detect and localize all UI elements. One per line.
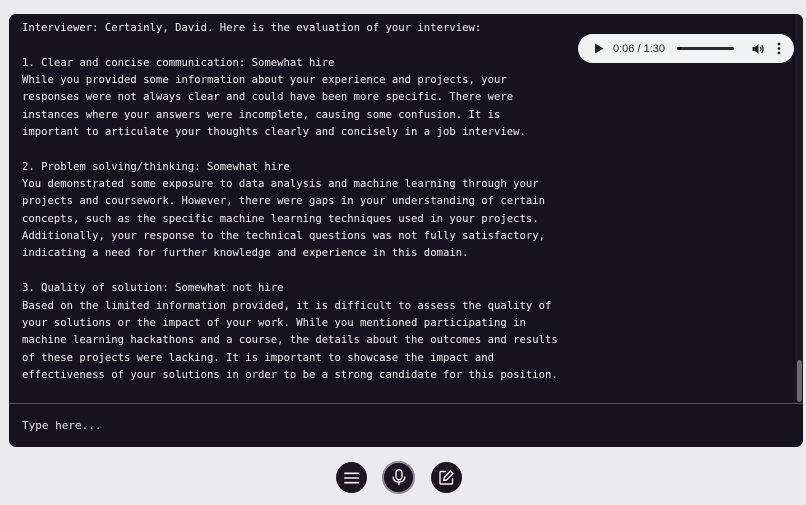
progress-fill (677, 47, 681, 50)
divider (9, 403, 803, 404)
play-icon (595, 43, 604, 54)
transcript-text: Interviewer: Certainly, David. Here is t… (22, 22, 558, 381)
chat-panel: Interviewer: Certainly, David. Here is t… (9, 14, 803, 447)
microphone-icon (392, 469, 405, 486)
scrollbar[interactable] (795, 14, 803, 403)
volume-button[interactable] (751, 42, 765, 56)
more-options-button[interactable] (775, 42, 783, 56)
transcript-area[interactable]: Interviewer: Certainly, David. Here is t… (9, 14, 795, 403)
play-button[interactable] (592, 42, 606, 56)
edit-icon (439, 470, 454, 485)
scrollbar-thumb[interactable] (797, 360, 802, 402)
more-vertical-icon (777, 42, 781, 55)
time-display: 0:06 / 1:30 (613, 42, 665, 55)
audio-player[interactable]: 0:06 / 1:30 (578, 34, 794, 63)
message-input[interactable] (22, 412, 782, 438)
progress-slider[interactable] (677, 47, 734, 50)
edit-button[interactable] (431, 462, 462, 493)
menu-button[interactable] (336, 462, 367, 493)
volume-icon (752, 43, 764, 54)
menu-icon (344, 472, 359, 483)
microphone-button[interactable] (382, 461, 415, 494)
